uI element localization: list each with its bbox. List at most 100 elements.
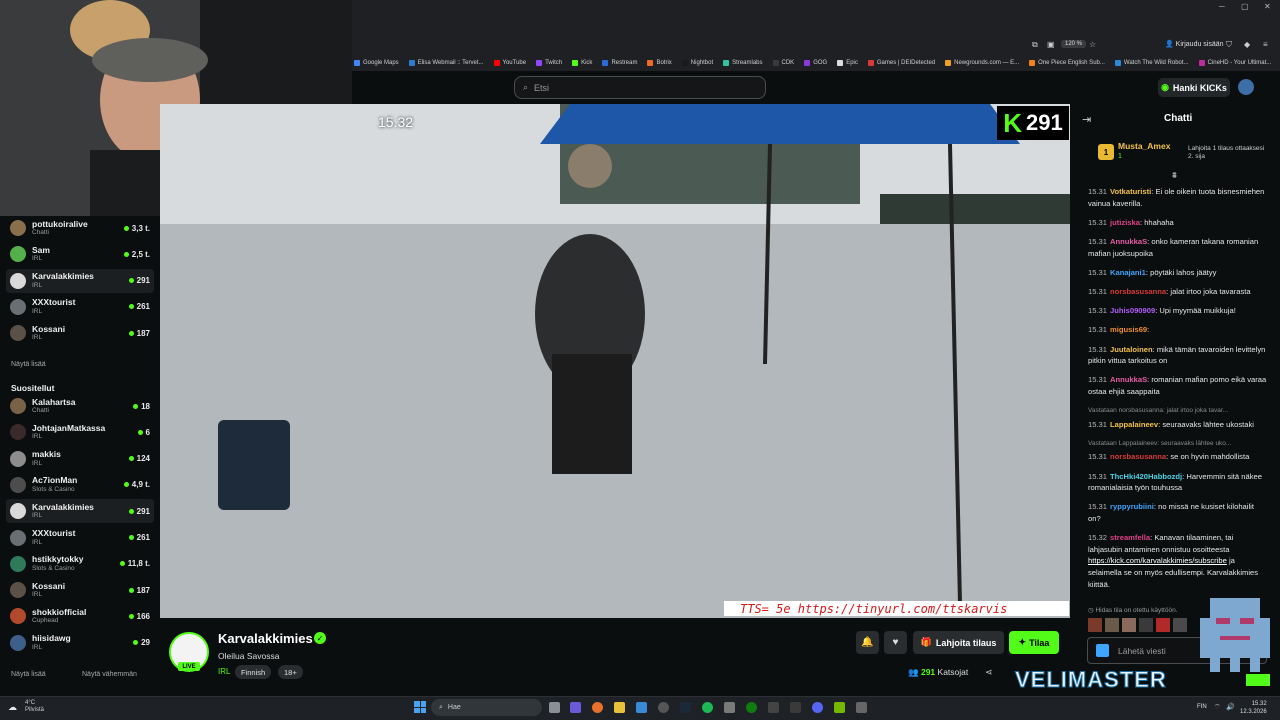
bookmark-item[interactable]: Streamlabs xyxy=(723,60,763,66)
app-icon[interactable] xyxy=(856,702,867,713)
sidebar-channel-item[interactable]: hiisidawg IRL 29 xyxy=(6,631,154,655)
sidebar-channel-item[interactable]: makkis IRL 124 xyxy=(6,447,154,471)
task-view-icon[interactable] xyxy=(549,702,560,713)
chat-message[interactable]: 15.31 AnnukkaS: onko kameran takana roman… xyxy=(1088,236,1268,259)
obs-icon[interactable] xyxy=(658,702,669,713)
chat-message[interactable]: 15.31 Votkaturisti: Ei ole oikein tuota b… xyxy=(1088,186,1268,209)
emote-icon[interactable] xyxy=(1156,618,1170,632)
chat-message[interactable]: 15.31 Juhis090909: Upi myymää muikkuja! xyxy=(1088,305,1268,317)
chat-username[interactable]: AnnukkaS xyxy=(1110,375,1147,384)
emote-icon[interactable] xyxy=(1173,618,1187,632)
chat-message[interactable]: 15.31 ThcHki420Habbozdj: Harvemmin sitä n… xyxy=(1088,471,1268,494)
sidebar-channel-item[interactable]: Karvalakkimies IRL 291 xyxy=(6,268,154,293)
chat-message[interactable]: 15.31 norsbasusanna: jalat irtoo joka tav… xyxy=(1088,286,1268,298)
steam-icon[interactable] xyxy=(680,702,691,713)
chat-username[interactable]: norsbasusanna xyxy=(1110,452,1166,461)
bookmark-item[interactable]: Elisa Webmail :: Tervet... xyxy=(408,60,484,66)
bookmark-item[interactable]: Epic xyxy=(837,60,858,66)
channel-name[interactable]: Karvalakkimies xyxy=(218,631,313,646)
sidebar-channel-item[interactable]: pottukoiralive Chatti 3,3 t. xyxy=(6,216,154,240)
windows-start-icon[interactable] xyxy=(414,701,426,713)
bookmark-item[interactable]: Kick xyxy=(572,60,592,66)
show-more-following[interactable]: Näytä lisää xyxy=(11,361,46,368)
chat-username[interactable]: ryppyrubiini xyxy=(1110,502,1154,511)
taskbar-language[interactable]: FIN xyxy=(1197,704,1207,710)
chat-link[interactable]: https://kick.com/karvalakkimies/subscrib… xyxy=(1088,556,1227,565)
chat-message[interactable]: 15.31 ryppyrubiini: no missä ne kusiset k… xyxy=(1088,501,1268,524)
taskbar-weather[interactable]: 4°C Pilvistä xyxy=(25,700,44,714)
chat-username[interactable]: ThcHki420Habbozdj xyxy=(1110,472,1182,481)
file-explorer-icon[interactable] xyxy=(614,702,625,713)
extension-icon[interactable]: ◆ xyxy=(1244,40,1250,49)
minimize-icon[interactable]: ─ xyxy=(1219,2,1225,11)
category-link[interactable]: IRL xyxy=(218,667,230,676)
nvidia-icon[interactable] xyxy=(834,702,845,713)
sidebar-channel-item[interactable]: Kossani IRL 187 xyxy=(6,578,154,602)
chat-message[interactable]: 15.32 streamfella: Kanavan tilaaminen, ta… xyxy=(1088,532,1268,590)
menu-icon[interactable]: ≡ xyxy=(1263,40,1268,49)
bookmark-star-icon[interactable]: ☆ xyxy=(1089,40,1096,49)
maximize-icon[interactable]: ▢ xyxy=(1241,2,1249,11)
pinned-user[interactable]: Musta_Amex xyxy=(1118,141,1170,151)
xbox-icon[interactable] xyxy=(746,702,757,713)
bookmark-item[interactable]: GOG xyxy=(804,60,827,66)
follow-heart-icon[interactable]: ♥ xyxy=(884,631,907,654)
bookmark-item[interactable]: Restream xyxy=(602,60,637,66)
share-icon[interactable]: ⋖ xyxy=(985,667,993,678)
video-player[interactable] xyxy=(160,104,1070,618)
shield-icon[interactable]: ⛉ xyxy=(1226,40,1232,50)
bookmark-item[interactable]: CDK xyxy=(772,60,794,66)
emote-icon[interactable] xyxy=(1122,618,1136,632)
zoom-level[interactable]: 120 % xyxy=(1061,40,1087,48)
sidebar-channel-item[interactable]: XXXtourist IRL 261 xyxy=(6,295,154,319)
network-icon[interactable]: ⌔ xyxy=(1214,703,1221,712)
chat-username[interactable]: migusis69 xyxy=(1110,325,1147,334)
subscribe-button[interactable]: ✦ Tilaa xyxy=(1009,631,1059,654)
search-input[interactable]: ⌕ Etsi xyxy=(514,76,766,99)
chat-message[interactable]: 15.31 Juutaloinen: mikä tämän tavaroiden … xyxy=(1088,344,1268,367)
sidebar-channel-item[interactable]: XXXtourist IRL 261 xyxy=(6,526,154,550)
show-less-recommended[interactable]: Näytä vähemmän xyxy=(82,671,137,678)
bookmark-item[interactable]: Twitch xyxy=(536,60,562,66)
show-more-recommended[interactable]: Näytä lisää xyxy=(11,671,46,678)
volume-icon[interactable]: 🔊 xyxy=(1226,703,1235,711)
sidebar-channel-item[interactable]: Sam IRL 2,5 t. xyxy=(6,242,154,266)
chat-app-icon[interactable] xyxy=(570,702,581,713)
sidebar-channel-item[interactable]: Kossani IRL 187 xyxy=(6,321,154,345)
chat-filter-icon[interactable]: ⩩ xyxy=(1172,170,1177,181)
taskbar-clock[interactable]: 15.32 12.3.2026 xyxy=(1240,700,1267,716)
app-icon[interactable] xyxy=(724,702,735,713)
sidebar-channel-item[interactable]: JohtajanMatkassa IRL 6 xyxy=(6,420,154,444)
chat-message[interactable]: 15.31 migusis69: xyxy=(1088,324,1268,336)
tag-18plus[interactable]: 18+ xyxy=(278,665,303,679)
chat-message[interactable]: 15.31 Kanajani1: pöytäki lahos jäätyy xyxy=(1088,267,1268,279)
bookmark-item[interactable]: Google Maps xyxy=(354,60,399,66)
chat-username[interactable]: Juutaloinen xyxy=(1110,345,1153,354)
bookmark-item[interactable]: Watch The Wild Robot... xyxy=(1114,60,1189,66)
app-icon[interactable] xyxy=(768,702,779,713)
taskbar-search[interactable]: ⌕ Hae xyxy=(431,699,542,716)
tag-finnish[interactable]: Finnish xyxy=(235,665,272,679)
spotify-icon[interactable] xyxy=(702,702,713,713)
chat-username[interactable]: Lappalaineev xyxy=(1110,420,1158,429)
chat-message[interactable]: Vastataan norsbasusanna: jalat irtoo jok… xyxy=(1088,405,1268,430)
chat-username[interactable]: Votkaturisti xyxy=(1110,187,1151,196)
sidebar-channel-item[interactable]: shokkiofficial Cuphead 166 xyxy=(6,604,154,628)
sidebar-channel-item[interactable]: Ac7ionMan Slots & Casino 4,9 t. xyxy=(6,473,154,497)
bookmark-item[interactable]: CineHD - Your Ultimat... xyxy=(1198,60,1271,66)
sidebar-channel-item[interactable]: hstikkytokky Slots & Casino 11,8 t. xyxy=(6,552,154,576)
app-icon[interactable] xyxy=(790,702,801,713)
chat-username[interactable]: streamfella xyxy=(1110,533,1150,542)
emote-icon[interactable] xyxy=(1088,618,1102,632)
bookmark-item[interactable]: Newgrounds.com — E... xyxy=(945,60,1019,66)
notification-bell-icon[interactable]: 🔔 xyxy=(856,631,879,654)
chat-message[interactable]: 15.31 jutiziska: hhahaha xyxy=(1088,217,1268,229)
sidebar-channel-item[interactable]: Kalahartsa Chatti 18 xyxy=(6,394,154,418)
get-kicks-button[interactable]: ◉ Hanki KICKs xyxy=(1158,78,1230,97)
user-avatar[interactable] xyxy=(1238,79,1254,95)
signin-button[interactable]: 👤 Kirjaudu sisään xyxy=(1165,40,1224,48)
bookmark-item[interactable]: YouTube xyxy=(493,60,526,66)
sidebar-channel-item[interactable]: Karvalakkimies IRL 291 xyxy=(6,499,154,524)
emote-icon[interactable] xyxy=(1105,618,1119,632)
chat-username[interactable]: Kanajani1 xyxy=(1110,268,1146,277)
